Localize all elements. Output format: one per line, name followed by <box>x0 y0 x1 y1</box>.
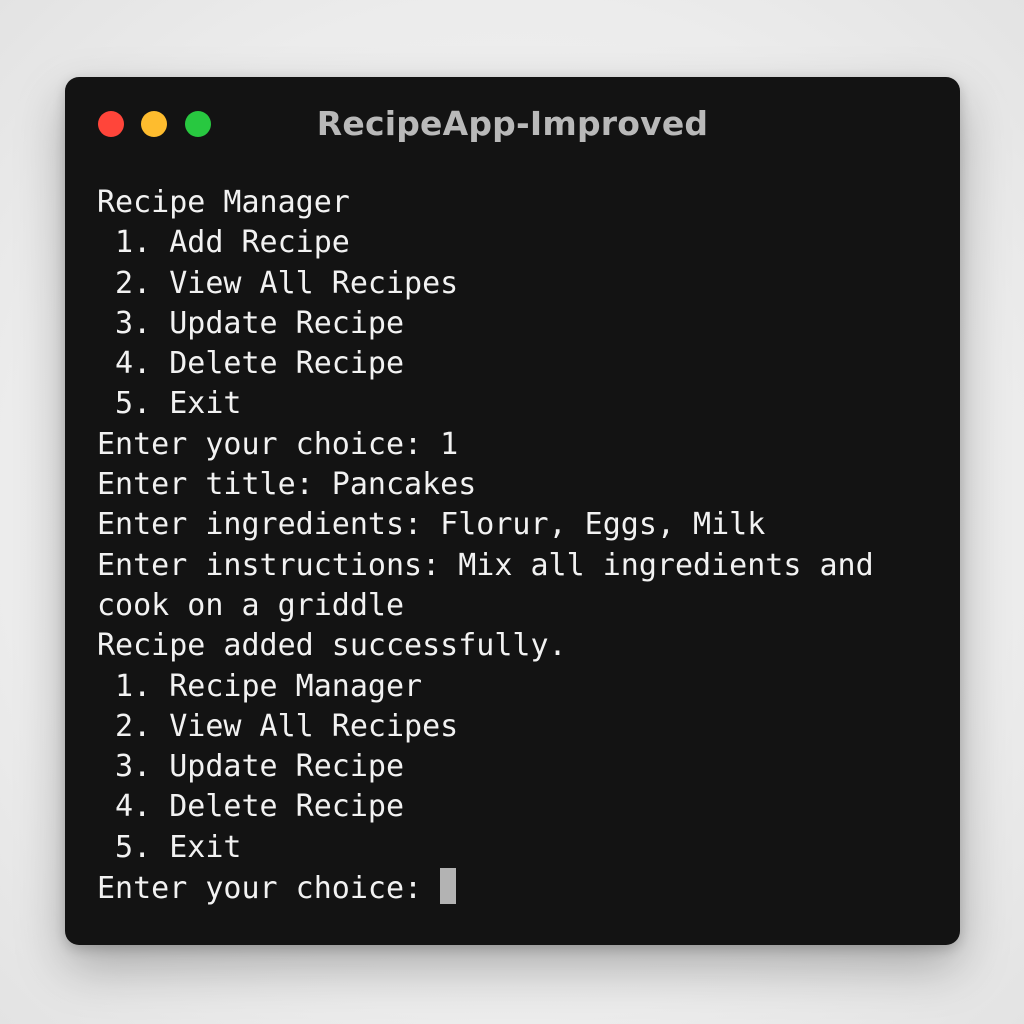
terminal-line: 2. View All Recipes <box>97 265 459 301</box>
terminal-line: 5. Exit <box>97 829 242 865</box>
terminal-line: 2. View All Recipes <box>97 708 459 744</box>
terminal-line: Recipe added successfully. <box>97 628 567 664</box>
prompt-text: Enter your choice: <box>97 871 441 907</box>
terminal-line: 4. Delete Recipe <box>97 789 405 825</box>
terminal-line: Enter instructions: Mix all ingredients … <box>97 547 874 583</box>
terminal-line: 1. Recipe Manager <box>97 668 423 704</box>
terminal-output[interactable]: Recipe Manager 1. Add Recipe 2. View All… <box>97 183 912 913</box>
terminal-line: Enter your choice: 1 <box>97 426 459 462</box>
terminal-line: cook on a griddle <box>97 587 405 623</box>
terminal-line: Enter ingredients: Florur, Eggs, Milk <box>97 507 766 543</box>
prompt-line[interactable]: Enter your choice: <box>97 868 912 908</box>
title-bar: RecipeApp-Improved <box>65 77 960 169</box>
terminal-line: 3. Update Recipe <box>97 305 405 341</box>
terminal-line: 5. Exit <box>97 386 242 422</box>
terminal-window: RecipeApp-Improved Recipe Manager 1. Add… <box>65 77 960 945</box>
terminal-line: Recipe Manager <box>97 185 350 220</box>
text-cursor <box>440 868 457 905</box>
terminal-line: 1. Add Recipe <box>97 225 350 261</box>
window-title: RecipeApp-Improved <box>316 104 709 143</box>
terminal-line: Enter title: Pancakes <box>97 467 477 503</box>
terminal-line: 4. Delete Recipe <box>97 346 405 382</box>
terminal-line: 3. Update Recipe <box>97 749 405 785</box>
